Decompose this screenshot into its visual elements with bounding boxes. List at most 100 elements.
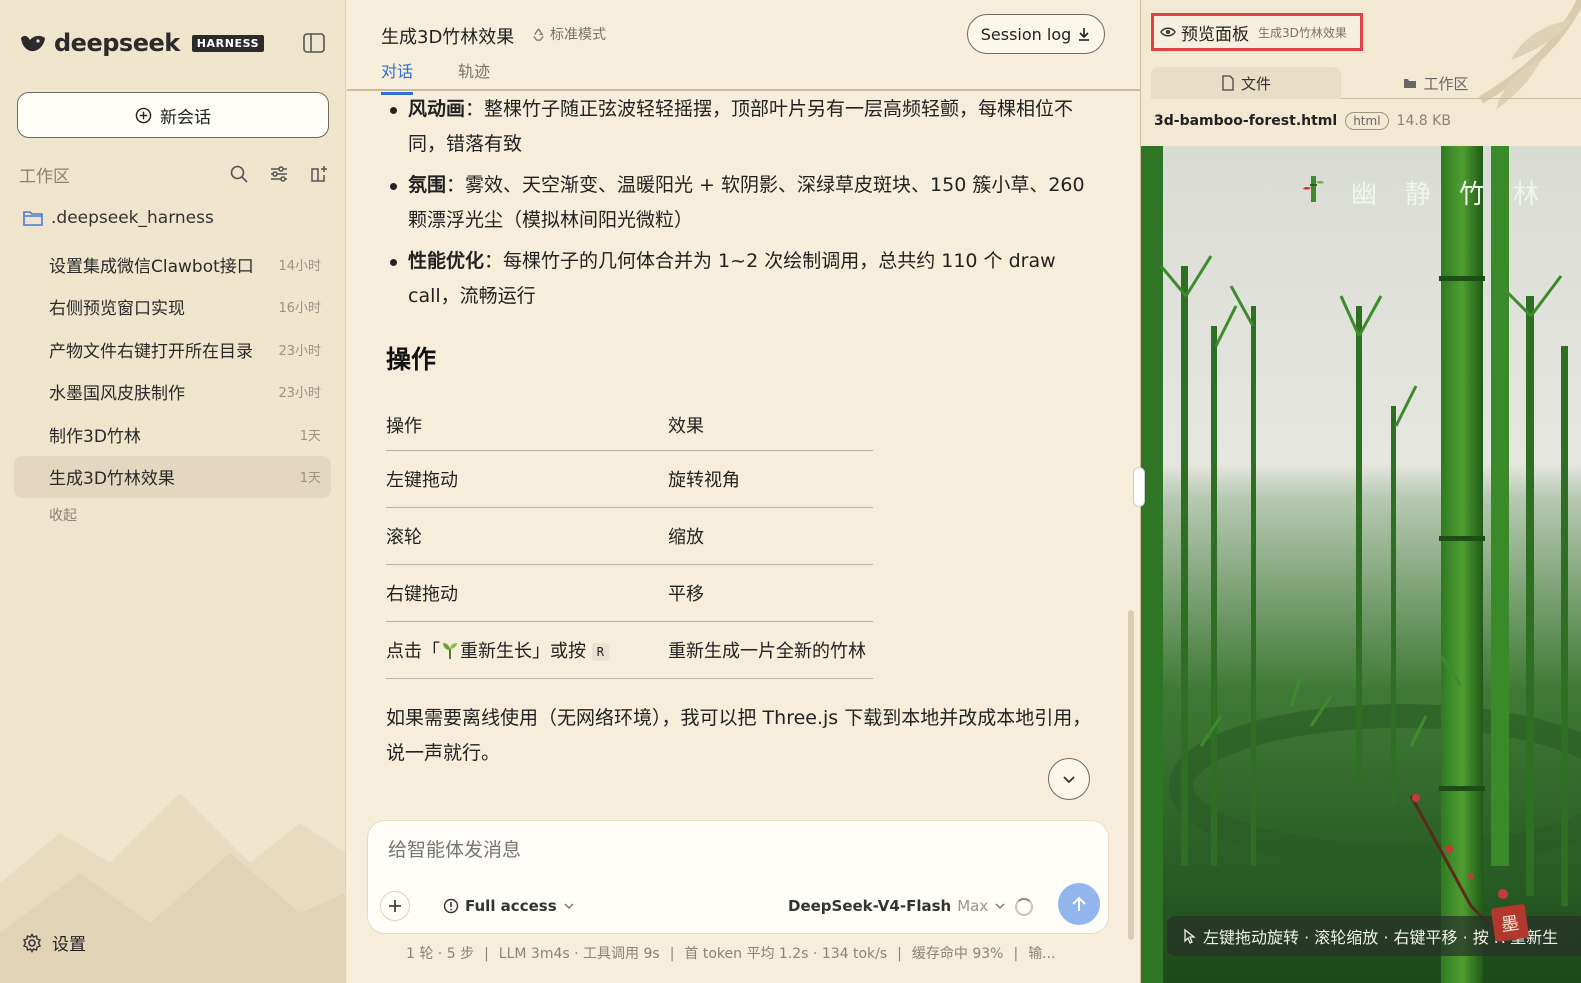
whale-icon — [21, 35, 45, 52]
stat-token: 首 token 平均 1.2s · 134 tok/s — [684, 946, 888, 962]
mode-label: 标准模式 — [550, 27, 606, 43]
tab-trace[interactable]: 轨迹 — [458, 58, 490, 95]
table-cell: 缩放 — [668, 507, 873, 565]
settings-button[interactable]: 设置 — [22, 930, 86, 955]
file-info-row: 3d-bamboo-forest.html html 14.8 KB — [1154, 112, 1451, 130]
model-selector[interactable]: DeepSeek-V4-Flash Max — [788, 897, 1006, 915]
panel-resize-handle[interactable] — [1133, 467, 1145, 507]
table-cell: 左键拖动 — [386, 450, 668, 508]
filter-sliders-icon[interactable] — [269, 164, 289, 184]
table-cell: 旋转视角 — [668, 450, 873, 508]
preview-subtitle: 生成3D竹林效果 — [1258, 25, 1347, 40]
chat-item-active[interactable]: 生成3D竹林效果 1天 — [14, 455, 331, 498]
stat-rounds: 1 轮 · 5 步 — [406, 946, 475, 962]
list-item-text: ：雾效、天空渐变、温暖阳光 + 软阴影、深绿草皮斑块、150 簇小草、260 颗… — [408, 174, 1085, 231]
gear-icon — [23, 932, 41, 953]
table-row: 点击「 重新生长」或按 R 重新生成一片全新的竹林 — [386, 621, 873, 679]
tab-workspace-label: 工作区 — [1423, 74, 1469, 93]
chat-item-title: 生成3D竹林效果 — [49, 469, 175, 490]
table-cell: 滚轮 — [386, 507, 668, 565]
send-button[interactable] — [1058, 883, 1100, 925]
file-name: 3d-bamboo-forest.html — [1154, 113, 1338, 129]
chat-tabs: 对话 轨迹 — [381, 58, 490, 95]
collapse-link[interactable]: 收起 — [49, 505, 77, 525]
bamboo-icon — [1303, 176, 1324, 202]
tab-files[interactable]: 文件 — [1151, 67, 1341, 99]
chat-item-title: 设置集成微信Clawbot接口 — [49, 256, 254, 277]
message-content: 风动画：整棵竹子随正弦波轻轻摇摆，顶部叶片另有一层高频轻颤，每棵相位不同，错落有… — [386, 92, 1096, 771]
chat-item-time: 23小时 — [278, 343, 321, 359]
info-shield-icon — [443, 898, 459, 914]
message-input[interactable] — [388, 839, 988, 861]
workspace-header: 工作区 — [19, 162, 329, 187]
table-row: 右键拖动 平移 — [386, 564, 873, 622]
chat-header: 生成3D竹林效果 标准模式 Session log 对话 轨迹 — [347, 0, 1140, 95]
folder-name: .deepseek_harness — [51, 208, 214, 228]
list-item-label: 性能优化 — [408, 250, 485, 272]
chat-scrollbar[interactable] — [1128, 610, 1134, 940]
scroll-to-bottom-button[interactable] — [1048, 758, 1090, 800]
sidebar: deepseek HARNESS 新会话 工作区 .deepseek_harne… — [0, 0, 346, 983]
chat-item[interactable]: 设置集成微信Clawbot接口 14小时 — [14, 243, 331, 286]
tab-files-label: 文件 — [1240, 74, 1271, 93]
table-cell: 右键拖动 — [386, 564, 668, 622]
chat-item-time: 14小时 — [278, 258, 321, 274]
scene-title: 幽 静 竹 林 — [1301, 174, 1541, 211]
workspace-title: 工作区 — [19, 166, 70, 187]
model-level: Max — [957, 897, 989, 915]
chat-item[interactable]: 产物文件右键打开所在目录 23小时 — [14, 328, 331, 371]
chat-item-time: 1天 — [299, 471, 321, 487]
feature-list: 风动画：整棵竹子随正弦波轻轻摇摆，顶部叶片另有一层高频轻颤，每棵相位不同，错落有… — [386, 92, 1096, 314]
chevron-down-icon — [1063, 776, 1075, 784]
sidebar-toggle-icon[interactable] — [303, 33, 325, 53]
bamboo-scene-render — [1141, 146, 1581, 983]
scene-title-char: 静 — [1405, 180, 1434, 210]
chat-item[interactable]: 水墨国风皮肤制作 23小时 — [14, 371, 331, 414]
new-chat-button[interactable]: 新会话 — [17, 92, 329, 138]
key-r-badge: R — [591, 642, 609, 661]
chat-item-title: 制作3D竹林 — [49, 426, 141, 447]
chat-item[interactable]: 制作3D竹林 1天 — [14, 413, 331, 456]
loading-spinner-icon — [1015, 898, 1033, 916]
stat-cache: 缓存命中 93% — [911, 946, 1004, 962]
bamboo-forest-preview[interactable]: 幽 静 竹 林 左键拖动旋转 · 滚轮缩放 · 右键平移 · 按 R 重新生 墨 — [1141, 146, 1581, 983]
brand-logo: deepseek HARNESS — [18, 28, 265, 58]
list-item: 风动画：整棵竹子随正弦波轻轻摇摆，顶部叶片另有一层高频轻颤，每棵相位不同，错落有… — [386, 92, 1096, 162]
table-cell: 重新生成一片全新的竹林 — [668, 621, 873, 679]
chat-item-time: 23小时 — [278, 386, 321, 402]
section-heading: 操作 — [386, 345, 437, 374]
chevron-down-icon — [995, 903, 1005, 910]
folder-icon — [1404, 79, 1417, 88]
access-label: Full access — [465, 897, 557, 915]
chat-title: 生成3D竹林效果 — [381, 27, 515, 48]
table-header: 效果 — [668, 400, 873, 451]
tab-workspace[interactable]: 工作区 — [1341, 67, 1531, 99]
table-header-row: 操作 效果 — [386, 400, 873, 451]
chat-item-time: 16小时 — [278, 301, 321, 317]
list-item-text: ：整棵竹子随正弦波轻轻摇摆，顶部叶片另有一层高频轻颤，每棵相位不同，错落有致 — [408, 98, 1074, 155]
regrow-prefix: 点击「 — [386, 640, 440, 662]
list-item-label: 氛围 — [408, 174, 447, 196]
list-item: 氛围：雾效、天空渐变、温暖阳光 + 软阴影、深绿草皮斑块、150 簇小草、260… — [386, 168, 1096, 238]
session-log-button[interactable]: Session log — [967, 14, 1105, 54]
attach-button[interactable] — [380, 891, 410, 921]
scene-title-char: 竹 — [1459, 180, 1488, 210]
recycle-icon — [533, 28, 544, 41]
model-name: DeepSeek-V4-Flash — [788, 897, 952, 915]
table-header: 操作 — [386, 400, 668, 451]
session-log-label: Session log — [980, 24, 1072, 44]
chat-item[interactable]: 右侧预览窗口实现 16小时 — [14, 286, 331, 329]
new-folder-icon[interactable] — [309, 164, 329, 184]
seedling-icon — [443, 642, 457, 659]
new-chat-label: 新会话 — [160, 107, 211, 128]
chat-item-title: 产物文件右键打开所在目录 — [49, 341, 253, 362]
tab-dialog[interactable]: 对话 — [381, 58, 414, 95]
mode-chip[interactable]: 标准模式 — [531, 24, 606, 44]
chat-item-title: 水墨国风皮肤制作 — [49, 384, 185, 405]
access-selector[interactable]: Full access — [443, 897, 575, 915]
workspace-folder[interactable]: .deepseek_harness — [23, 208, 214, 228]
operations-table: 操作 效果 左键拖动 旋转视角 滚轮 缩放 右键拖动 平移 点击「 重新生长」或… — [386, 400, 873, 679]
search-icon[interactable] — [229, 164, 249, 184]
list-item: 性能优化：每棵竹子的几何体合并为 1~2 次绘制调用，总共约 110 个 dra… — [386, 244, 1096, 314]
eye-icon — [1160, 27, 1176, 37]
